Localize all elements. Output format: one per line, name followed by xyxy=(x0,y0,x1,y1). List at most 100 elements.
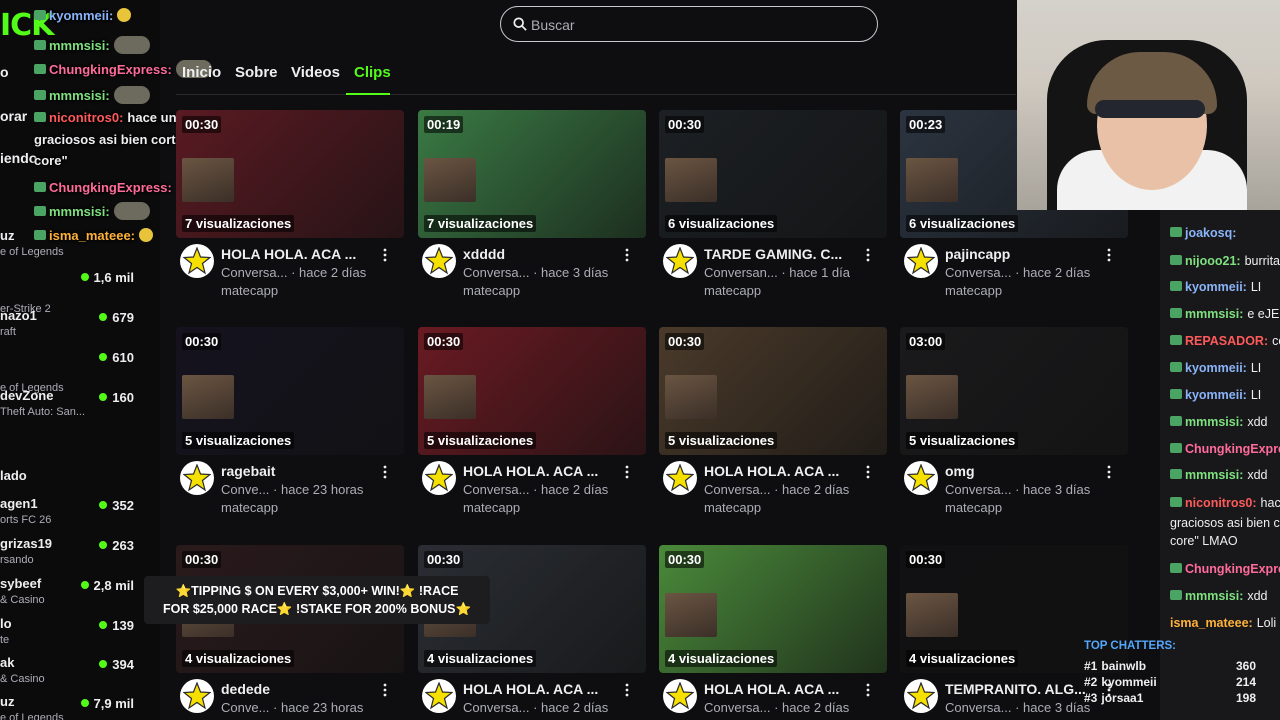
clip-card[interactable]: 00:30 5 visualizaciones HOLA HOLA. ACA ...… xyxy=(418,327,646,515)
chat-username[interactable]: mmmsisi: xyxy=(49,88,110,103)
tab-inicio[interactable]: Inicio xyxy=(182,64,221,81)
chat-username[interactable]: kyommeii: xyxy=(49,8,113,23)
clip-category[interactable]: Conversa... xyxy=(945,482,1011,497)
chat-username[interactable]: REPASADOR: xyxy=(1185,334,1268,348)
clip-title[interactable]: xdddd xyxy=(463,246,623,262)
clip-thumbnail[interactable]: 00:30 5 visualizaciones xyxy=(418,327,646,455)
clip-title[interactable]: pajincapp xyxy=(945,246,1105,262)
clip-card[interactable]: 00:30 4 visualizaciones dedede Conve... · h… xyxy=(176,545,404,720)
chat-username[interactable]: isma_mateee: xyxy=(1170,616,1253,630)
clip-title[interactable]: HOLA HOLA. ACA ... xyxy=(704,463,864,479)
chat-username[interactable]: mmmsisi: xyxy=(1185,589,1243,603)
chat-username[interactable]: niconitros0: xyxy=(49,110,123,125)
clip-card[interactable]: 00:30 4 visualizaciones HOLA HOLA. ACA ...… xyxy=(659,545,887,720)
clip-channel[interactable]: matecapp xyxy=(704,500,761,515)
channel-avatar[interactable] xyxy=(180,244,214,278)
nav-item-2[interactable]: orar xyxy=(0,108,27,124)
channel-avatar[interactable] xyxy=(663,461,697,495)
chat-username[interactable]: mmmsisi: xyxy=(49,38,110,53)
clip-category[interactable]: Conversa... xyxy=(463,700,529,715)
clip-channel[interactable]: matecapp xyxy=(945,283,1002,298)
clip-category[interactable]: Conve... xyxy=(221,700,269,715)
more-options-icon[interactable] xyxy=(624,465,630,479)
clip-title[interactable]: HOLA HOLA. ACA ... xyxy=(221,246,381,262)
clip-thumbnail[interactable]: 00:30 6 visualizaciones xyxy=(659,110,887,238)
chat-username[interactable]: mmmsisi: xyxy=(49,204,110,219)
clip-card[interactable]: 00:19 7 visualizaciones xdddd Conversa... ·… xyxy=(418,110,646,298)
channel-avatar[interactable] xyxy=(904,461,938,495)
chat-username[interactable]: mmmsisi: xyxy=(1185,415,1243,429)
tab-sobre[interactable]: Sobre xyxy=(235,64,278,81)
more-options-icon[interactable] xyxy=(865,683,871,697)
clip-card[interactable]: 00:30 5 visualizaciones ragebait Conve... ·… xyxy=(176,327,404,515)
sidebar-channel[interactable]: sybeef & Casino 2,8 mil xyxy=(0,576,160,612)
clip-title[interactable]: HOLA HOLA. ACA ... xyxy=(704,681,864,697)
tab-clips[interactable]: Clips xyxy=(354,64,391,81)
more-options-icon[interactable] xyxy=(382,683,388,697)
more-options-icon[interactable] xyxy=(624,248,630,262)
chat-username[interactable]: kyommeii: xyxy=(1185,388,1247,402)
sidebar-channel[interactable]: ak & Casino 394 xyxy=(0,655,160,691)
channel-avatar[interactable] xyxy=(180,461,214,495)
clip-thumbnail[interactable]: 00:30 5 visualizaciones xyxy=(659,327,887,455)
chat-username[interactable]: ChungkingExpress: xyxy=(49,180,172,195)
clip-card[interactable]: 00:30 7 visualizaciones HOLA HOLA. ACA ...… xyxy=(176,110,404,298)
chat-username[interactable]: nijooo21: xyxy=(1185,254,1241,268)
more-options-icon[interactable] xyxy=(1106,465,1112,479)
more-options-icon[interactable] xyxy=(382,248,388,262)
search-bar[interactable]: Buscar xyxy=(500,6,878,42)
sidebar-channel[interactable]: lo te 139 xyxy=(0,616,160,652)
clip-card[interactable]: 00:30 5 visualizaciones HOLA HOLA. ACA ...… xyxy=(659,327,887,515)
more-options-icon[interactable] xyxy=(382,465,388,479)
channel-avatar[interactable] xyxy=(422,461,456,495)
chat-username[interactable]: joakosq: xyxy=(1185,226,1236,240)
clip-channel[interactable]: matecapp xyxy=(463,500,520,515)
clip-title[interactable]: omg xyxy=(945,463,1105,479)
chat-username[interactable]: ChungkingExpress: xyxy=(49,62,172,77)
clip-thumbnail[interactable]: 03:00 5 visualizaciones xyxy=(900,327,1128,455)
clip-thumbnail[interactable]: 00:19 7 visualizaciones xyxy=(418,110,646,238)
clip-category[interactable]: Conversa... xyxy=(463,265,529,280)
clip-title[interactable]: HOLA HOLA. ACA ... xyxy=(463,681,623,697)
chat-username[interactable]: niconitros0: xyxy=(1185,496,1257,510)
clip-category[interactable]: Conve... xyxy=(221,482,269,497)
clip-category[interactable]: Conversa... xyxy=(463,482,529,497)
clip-channel[interactable]: matecapp xyxy=(221,283,278,298)
clip-card[interactable]: 00:30 4 visualizaciones HOLA HOLA. ACA ...… xyxy=(418,545,646,720)
clip-thumbnail[interactable]: 00:30 7 visualizaciones xyxy=(176,110,404,238)
clip-card[interactable]: 03:00 5 visualizaciones omg Conversa... · h… xyxy=(900,327,1128,515)
clip-category[interactable]: Conversan... xyxy=(704,265,778,280)
more-options-icon[interactable] xyxy=(865,465,871,479)
channel-avatar[interactable] xyxy=(904,244,938,278)
clip-title[interactable]: TARDE GAMING. C... xyxy=(704,246,864,262)
nav-item-3[interactable]: iendo xyxy=(0,150,37,166)
chat-username[interactable]: mmmsisi: xyxy=(1185,307,1243,321)
channel-avatar[interactable] xyxy=(663,679,697,713)
chat-username[interactable]: kyommeii: xyxy=(1185,361,1247,375)
clip-category[interactable]: Conversa... xyxy=(221,265,287,280)
chat-username[interactable]: kyommeii: xyxy=(1185,280,1247,294)
sidebar-channel[interactable]: devZone Theft Auto: San... 160 xyxy=(0,388,160,424)
sidebar-channel[interactable]: agen1 orts FC 26 352 xyxy=(0,496,160,532)
sidebar-channel[interactable]: grizas19 rsando 263 xyxy=(0,536,160,572)
clip-channel[interactable]: matecapp xyxy=(945,500,1002,515)
chat-username[interactable]: ChungkingExpre xyxy=(1185,442,1280,456)
channel-avatar[interactable] xyxy=(422,244,456,278)
chat-username[interactable]: isma_mateee: xyxy=(49,228,135,243)
clip-category[interactable]: Conversa... xyxy=(704,700,770,715)
clip-channel[interactable]: matecapp xyxy=(221,500,278,515)
more-options-icon[interactable] xyxy=(624,683,630,697)
clip-title[interactable]: HOLA HOLA. ACA ... xyxy=(463,463,623,479)
more-options-icon[interactable] xyxy=(1106,248,1112,262)
clip-channel[interactable]: matecapp xyxy=(704,283,761,298)
tab-videos[interactable]: Videos xyxy=(291,64,340,81)
clip-category[interactable]: Conversa... xyxy=(945,700,1011,715)
sidebar-channel[interactable]: uz e of Legends 7,9 mil xyxy=(0,694,160,720)
clip-thumbnail[interactable]: 00:30 5 visualizaciones xyxy=(176,327,404,455)
channel-avatar[interactable] xyxy=(904,679,938,713)
channel-avatar[interactable] xyxy=(663,244,697,278)
nav-item-1[interactable]: o xyxy=(0,64,9,80)
chat-username[interactable]: ChungkingExpre xyxy=(1185,562,1280,576)
sidebar-channel[interactable]: nazo1 raft 679 xyxy=(0,308,160,344)
clip-category[interactable]: Conversa... xyxy=(945,265,1011,280)
